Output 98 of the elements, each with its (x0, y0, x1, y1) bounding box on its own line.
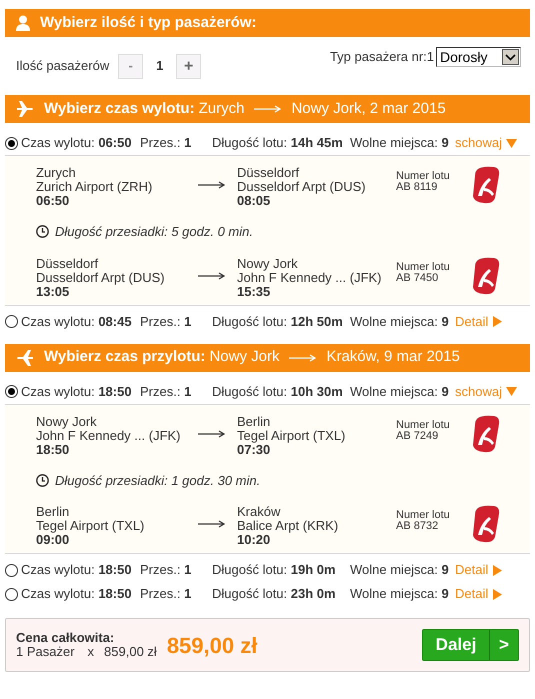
details-toggle-link[interactable]: Detail (455, 584, 504, 604)
destination-text: Kraków, 9 mar 2015 (326, 347, 460, 368)
departure-time-text: Czas wylotu: 18:50 (21, 382, 132, 401)
person-icon (16, 15, 30, 31)
arrow-icon (289, 354, 316, 362)
arrow-icon (198, 520, 225, 528)
arrow-icon (198, 181, 225, 189)
departure-time-text: Czas wylotu: 18:50 (21, 585, 132, 604)
flight-number-label: Numer lotu (396, 510, 451, 521)
duration-text: Długość lotu: 10h 30m (212, 382, 344, 401)
arrow-icon (198, 430, 225, 438)
arrival-time: 08:05 (237, 194, 272, 208)
flight-number: AB 8119 (396, 182, 438, 193)
airline-logo (472, 414, 500, 452)
details-toggle-link[interactable]: schowaj (455, 382, 517, 402)
origin-city: Nowy Jork (36, 414, 98, 428)
flight-number-label: Numer lotu (396, 420, 451, 430)
destination-airport: Balice Arpt (KRK) (237, 519, 340, 533)
radio-button[interactable] (5, 385, 18, 398)
arrival-time: 15:35 (237, 284, 272, 298)
passenger-type-label: Typ pasażera nr:1 (330, 48, 434, 66)
origin-airport: John F Kennedy ... (JFK) (36, 428, 182, 442)
duration-text: Długość lotu: 12h 50m (212, 312, 344, 331)
departure-time: 13:05 (36, 284, 70, 298)
destination-airport: Dusseldorf Arpt (DUS) (237, 180, 367, 194)
clock-icon (36, 225, 49, 238)
departure-time: 06:50 (36, 194, 70, 208)
origin-city: Berlin (36, 505, 70, 519)
origin-airport: Zurich Airport (ZRH) (36, 180, 154, 194)
flight-number: AB 7450 (396, 272, 440, 284)
arrow-icon (198, 272, 225, 280)
duration-text: Długość lotu: 14h 45m (212, 134, 344, 152)
duration-text: Długość lotu: 19h 0m (212, 561, 337, 580)
departure-time-text: Czas wylotu: 06:50 (21, 134, 132, 152)
seats-text: Wolne miejsca: 9 (350, 561, 450, 580)
passenger-type-select[interactable]: Dorosły (436, 47, 521, 67)
details-toggle-link[interactable]: schowaj (455, 133, 517, 153)
increase-button[interactable]: + (176, 54, 202, 78)
passenger-count: 1 (155, 57, 164, 76)
origin-city: Zurych (198, 98, 244, 119)
destination-airport: Tegel Airport (TXL) (237, 428, 346, 442)
departure-time: 18:50 (36, 442, 70, 456)
total-price-label: Cena całkowita: (16, 631, 116, 645)
stops-text: Przes.: 1 (140, 561, 192, 580)
airline-logo (472, 256, 500, 294)
radio-button[interactable] (5, 588, 18, 600)
section-title: Wybierz czas przylotu: (44, 347, 206, 368)
destination-airport: John F Kennedy ... (JFK) (237, 270, 383, 284)
next-button[interactable]: Dalej > (422, 629, 519, 661)
flight-number-label: Numer lotu (396, 171, 451, 182)
duration-text: Długość lotu: 23h 0m (212, 585, 337, 604)
flight-number: AB 7249 (396, 430, 440, 442)
total-price: 859,00 zł (166, 632, 258, 660)
flight-number-label: Numer lotu (396, 262, 451, 272)
multiply-sign: x (88, 645, 94, 659)
stops-text: Przes.: 1 (140, 382, 192, 401)
airplane-icon (16, 348, 34, 366)
airline-logo (472, 505, 500, 543)
destination-city: Düsseldorf (237, 166, 300, 180)
details-toggle-link[interactable]: Detail (455, 560, 504, 580)
layover-text: Długość przesiadki: 5 godz. 0 min. (55, 223, 253, 241)
destination-city: Berlin (237, 414, 272, 428)
origin-airport: Dusseldorf Arpt (DUS) (36, 270, 166, 284)
radio-button[interactable] (5, 564, 18, 576)
clock-icon (36, 474, 49, 487)
origin-city: Zurych (36, 166, 77, 180)
departure-time: 09:00 (36, 533, 70, 547)
section-title: Wybierz ilość i typ pasażerów: (40, 12, 256, 33)
arrival-time: 10:20 (237, 533, 272, 547)
seats-text: Wolne miejsca: 9 (350, 312, 450, 331)
stops-text: Przes.: 1 (140, 312, 192, 331)
stops-text: Przes.: 1 (140, 134, 192, 152)
origin-city: Nowy Jork (209, 347, 280, 368)
radio-button[interactable] (5, 315, 18, 328)
departure-time-text: Czas wylotu: 18:50 (21, 561, 132, 580)
arrow-icon (254, 105, 282, 113)
departure-time-text: Czas wylotu: 08:45 (21, 312, 132, 331)
airplane-icon (16, 100, 34, 118)
arrival-time: 07:30 (237, 442, 271, 456)
destination-city: Kraków (237, 505, 282, 519)
section-title: Wybierz czas wylotu: (44, 98, 195, 119)
stops-text: Przes.: 1 (140, 585, 192, 604)
destination-city: Nowy Jork (237, 256, 299, 270)
layover-text: Długość przesiadki: 1 godz. 30 min. (55, 472, 260, 490)
radio-button[interactable] (5, 136, 18, 150)
seats-text: Wolne miejsca: 9 (350, 585, 450, 604)
airline-logo (472, 166, 500, 204)
destination-text: Nowy Jork, 2 mar 2015 (291, 98, 446, 119)
unit-price: 859,00 zł (104, 645, 157, 659)
details-toggle-link[interactable]: Detail (455, 312, 504, 332)
chevron-down-icon (505, 54, 516, 60)
passenger-count-label: Ilość pasażerów (16, 57, 110, 76)
origin-airport: Tegel Airport (TXL) (36, 519, 146, 533)
passenger-count-text: 1 Pasażer (16, 645, 75, 659)
seats-text: Wolne miejsca: 9 (350, 382, 450, 401)
origin-city: Düsseldorf (36, 256, 100, 270)
seats-text: Wolne miejsca: 9 (350, 134, 450, 152)
flight-number: AB 8732 (396, 521, 440, 532)
